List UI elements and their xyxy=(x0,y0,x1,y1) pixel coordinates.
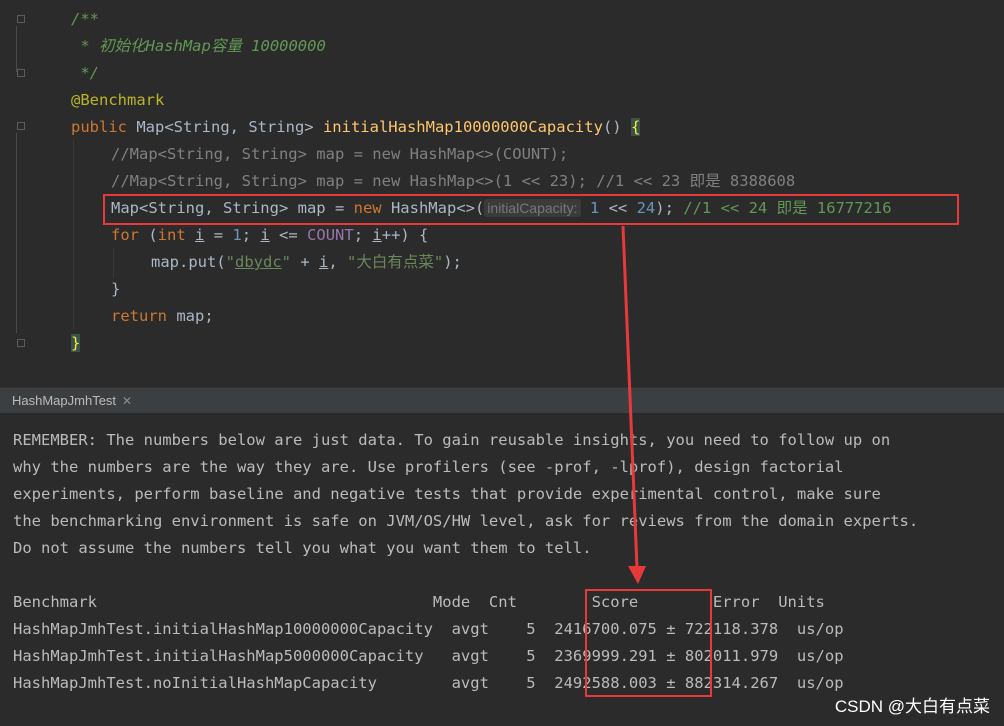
watermark: CSDN @大白有点菜 xyxy=(834,697,990,716)
arrow-icon xyxy=(621,225,646,584)
